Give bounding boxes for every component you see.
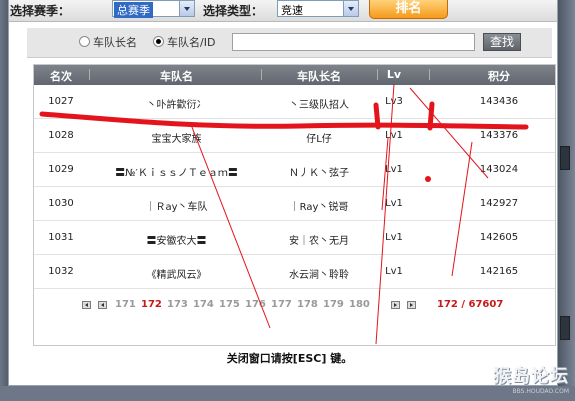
screenshot-stage: 选择赛季： 总赛季 选择类型： 竞速 排名 车队长名 车队名/ID 查找 名次 — [0, 0, 575, 401]
annotation-arrow-line — [451, 141, 473, 277]
annotation-arrow-line — [409, 87, 489, 179]
annotation-arrow-line — [381, 137, 389, 211]
annotation-dot — [425, 176, 431, 182]
annotation-underline — [39, 111, 529, 130]
annotation-arrow-line — [189, 121, 271, 329]
annotation-tick — [373, 102, 381, 130]
annotation-tick — [427, 101, 435, 131]
red-annotation-layer — [39, 83, 529, 345]
